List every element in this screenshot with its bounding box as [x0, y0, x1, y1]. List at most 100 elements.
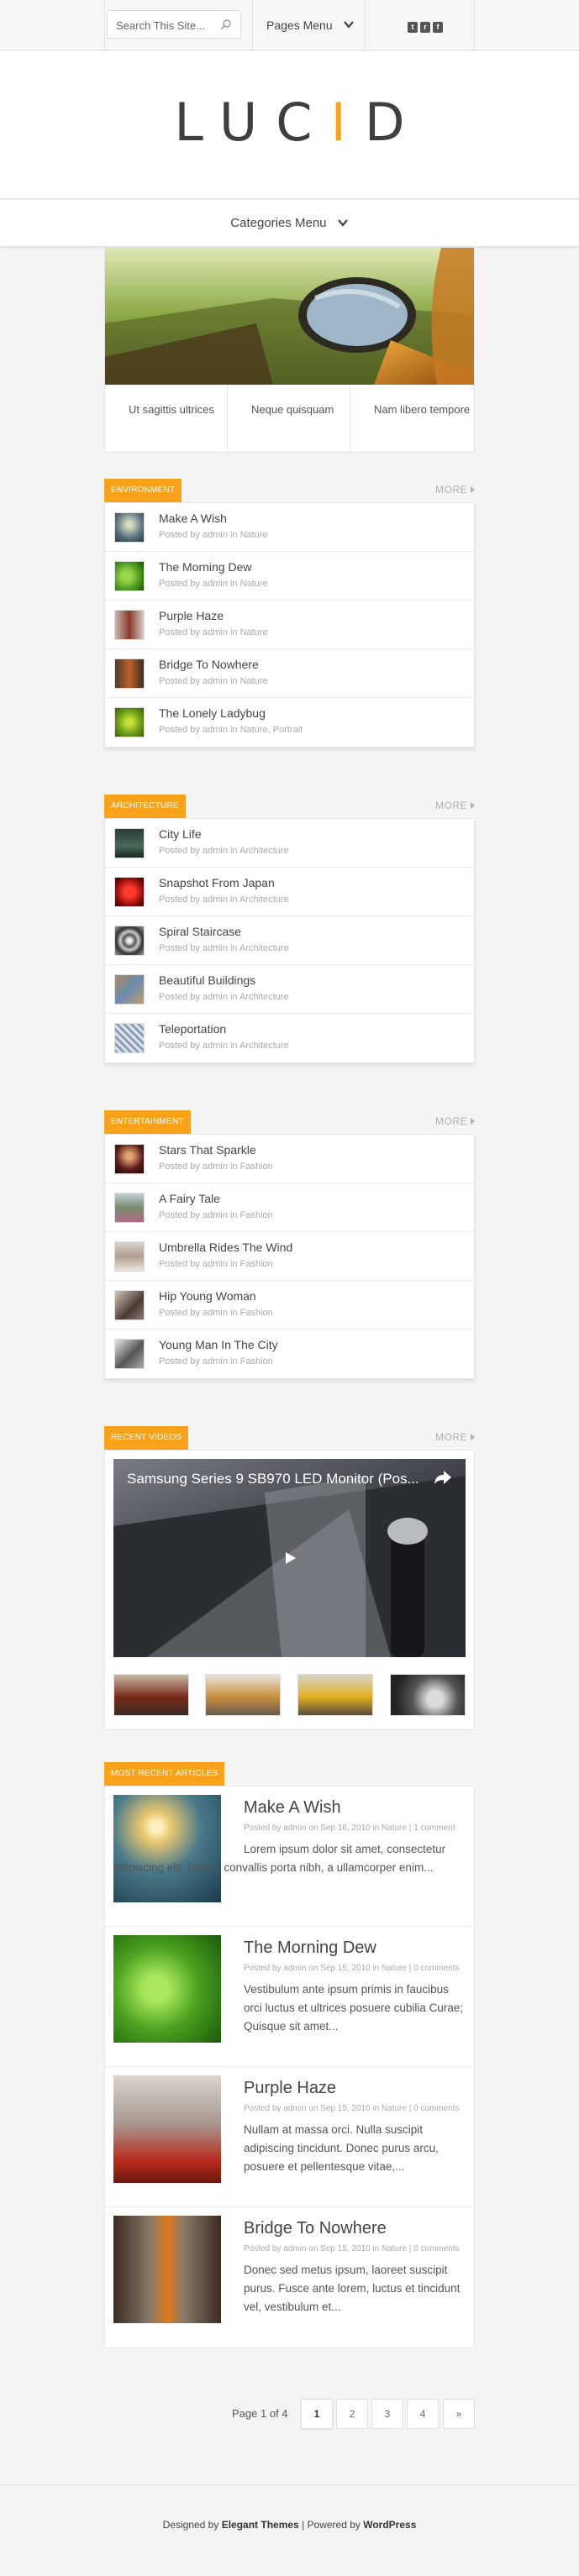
post-title[interactable]: Teleportation [159, 1022, 226, 1036]
more-link[interactable]: MORE [435, 484, 475, 496]
video-thumbnail[interactable] [297, 1674, 373, 1716]
article-item: The Morning Dew Posted by admin on Sep 1… [105, 1927, 474, 2067]
featured-image[interactable] [105, 248, 474, 385]
post-thumbnail[interactable] [114, 658, 145, 689]
post-title[interactable]: Umbrella Rides The Wind [159, 1241, 292, 1254]
page-button[interactable]: 4 [407, 2399, 439, 2429]
post-title[interactable]: Stars That Sparkle [159, 1143, 256, 1157]
video-thumbnail[interactable] [390, 1674, 466, 1716]
post-title[interactable]: Beautiful Buildings [159, 973, 255, 987]
post-thumbnail[interactable] [114, 877, 145, 907]
search-box[interactable] [107, 10, 241, 39]
chevron-down-icon [344, 21, 354, 29]
post-title[interactable]: A Fairy Tale [159, 1192, 220, 1205]
article-title[interactable]: Bridge To Nowhere [244, 2219, 387, 2238]
page-button[interactable]: 2 [336, 2399, 368, 2429]
list-item[interactable]: Bridge To Nowhere Posted by admin in Natu… [105, 649, 474, 698]
list-item[interactable]: Teleportation Posted by admin in Architec… [105, 1014, 474, 1062]
post-thumbnail[interactable] [114, 610, 145, 640]
post-thumbnail[interactable] [114, 1193, 145, 1223]
post-title[interactable]: Make A Wish [159, 512, 227, 525]
post-title[interactable]: Young Man In The City [159, 1338, 278, 1351]
search-icon[interactable] [220, 18, 232, 30]
site-logo[interactable]: LUCID [0, 92, 579, 153]
post-title[interactable]: The Lonely Ladybug [159, 706, 266, 720]
post-title[interactable]: Hip Young Woman [159, 1289, 256, 1303]
post-thumbnail[interactable] [114, 512, 145, 543]
article-item: Make A Wish Posted by admin on Sep 16, 2… [105, 1786, 474, 1927]
featured-tab[interactable]: Neque quisquam [228, 385, 350, 452]
list-item[interactable]: Hip Young Woman Posted by admin in Fashio… [105, 1281, 474, 1330]
pages-menu[interactable]: Pages Menu [252, 0, 366, 50]
article-meta: Posted by admin on Sep 15, 2010 in Natur… [244, 2244, 460, 2253]
featured-tab[interactable]: Nam libero tempore [350, 385, 473, 452]
post-thumbnail[interactable] [114, 926, 145, 956]
section-label[interactable]: Most Recent Articles [104, 1762, 225, 1786]
post-thumbnail[interactable] [114, 974, 145, 1005]
article-title[interactable]: Purple Haze [244, 2079, 336, 2098]
rss-icon[interactable]: r [420, 22, 430, 33]
more-link[interactable]: MORE [435, 1431, 475, 1443]
article-thumbnail[interactable] [113, 2075, 221, 2183]
list-item[interactable]: Purple Haze Posted by admin in Nature [105, 601, 474, 649]
post-title[interactable]: City Life [159, 827, 202, 841]
list-item[interactable]: Young Man In The City Posted by admin in … [105, 1330, 474, 1378]
section-recent-articles: Most Recent Articles Make A Wish Posted … [104, 1762, 475, 2367]
post-meta: Posted by admin in Fashion [159, 1210, 273, 1220]
list-item[interactable]: A Fairy Tale Posted by admin in Fashion [105, 1183, 474, 1232]
post-thumbnail[interactable] [114, 828, 145, 858]
featured-tab[interactable]: Ut sagittis ultrices [105, 385, 228, 452]
more-link[interactable]: MORE [435, 800, 475, 811]
post-thumbnail[interactable] [114, 707, 145, 737]
post-title[interactable]: Spiral Staircase [159, 925, 241, 938]
section-label[interactable]: Environment [104, 479, 182, 502]
twitter-icon[interactable]: t [408, 22, 418, 33]
section-label[interactable]: Architecture [104, 795, 186, 818]
article-item: Purple Haze Posted by admin on Sep 15, 2… [105, 2067, 474, 2207]
post-title[interactable]: Snapshot From Japan [159, 876, 275, 889]
video-thumbnail[interactable] [205, 1674, 281, 1716]
post-thumbnail[interactable] [114, 1144, 145, 1174]
list-item[interactable]: Stars That Sparkle Posted by admin in Fas… [105, 1135, 474, 1183]
article-thumbnail[interactable] [113, 2216, 221, 2323]
search-input[interactable] [116, 18, 217, 33]
article-thumbnail[interactable] [113, 1935, 221, 2043]
post-title[interactable]: The Morning Dew [159, 560, 252, 574]
article-title[interactable]: The Morning Dew [244, 1939, 376, 1958]
list-item[interactable]: City Life Posted by admin in Architecture [105, 819, 474, 868]
post-title[interactable]: Bridge To Nowhere [159, 658, 259, 671]
video-player[interactable]: Samsung Series 9 SB970 LED Monitor (Pos.… [113, 1459, 466, 1657]
page-info: Page 1 of 4 [232, 2407, 288, 2420]
share-icon[interactable] [434, 1469, 452, 1486]
wordpress-link[interactable]: WordPress [363, 2519, 416, 2531]
facebook-icon[interactable]: f [433, 22, 443, 33]
list-item[interactable]: Make A Wish Posted by admin in Nature [105, 503, 474, 552]
play-icon[interactable] [282, 1551, 298, 1565]
designer-link[interactable]: Elegant Themes [222, 2519, 299, 2531]
more-label: MORE [435, 484, 467, 496]
post-thumbnail[interactable] [114, 561, 145, 591]
page-button-current[interactable]: 1 [301, 2399, 333, 2429]
page-button[interactable]: 3 [371, 2399, 403, 2429]
post-thumbnail[interactable] [114, 1241, 145, 1272]
section-label[interactable]: Recent Videos [104, 1426, 189, 1450]
post-list: City Life Posted by admin in Architecture… [104, 818, 475, 1063]
logo-accent-letter: I [330, 92, 365, 153]
post-title[interactable]: Purple Haze [159, 609, 224, 622]
list-item[interactable]: Beautiful Buildings Posted by admin in Ar… [105, 965, 474, 1014]
video-title[interactable]: Samsung Series 9 SB970 LED Monitor (Pos.… [127, 1471, 419, 1487]
list-item[interactable]: The Lonely Ladybug Posted by admin in Nat… [105, 698, 474, 747]
list-item[interactable]: Snapshot From Japan Posted by admin in Ar… [105, 868, 474, 916]
article-title[interactable]: Make A Wish [244, 1798, 341, 1818]
more-link[interactable]: MORE [435, 1115, 475, 1127]
post-thumbnail[interactable] [114, 1290, 145, 1320]
next-page-button[interactable]: » [443, 2399, 475, 2429]
section-label[interactable]: Entertainment [104, 1110, 191, 1134]
list-item[interactable]: Spiral Staircase Posted by admin in Archi… [105, 916, 474, 965]
categories-menu[interactable]: Categories Menu [0, 200, 579, 247]
list-item[interactable]: Umbrella Rides The Wind Posted by admin i… [105, 1232, 474, 1281]
post-thumbnail[interactable] [114, 1023, 145, 1053]
video-thumbnail[interactable] [113, 1674, 189, 1716]
list-item[interactable]: The Morning Dew Posted by admin in Nature [105, 552, 474, 601]
post-thumbnail[interactable] [114, 1339, 145, 1369]
